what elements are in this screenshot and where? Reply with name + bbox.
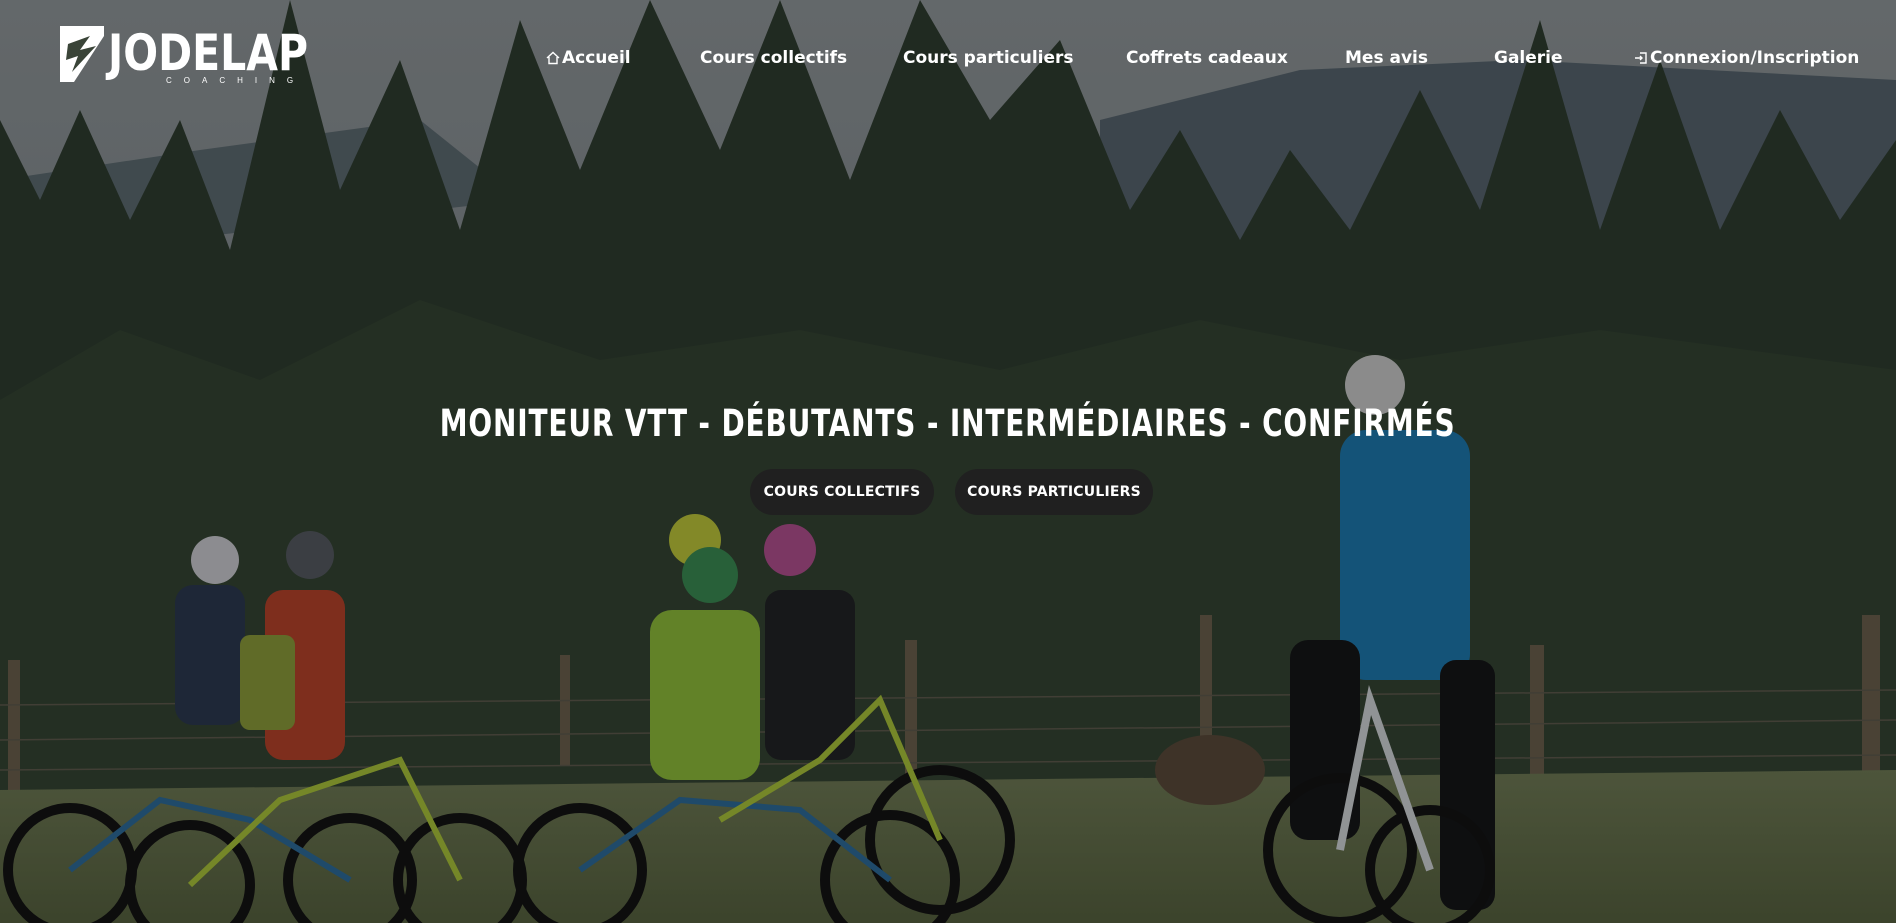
nav-item-label: Galerie [1494,48,1563,68]
nav-item-connexion[interactable]: Connexion/Inscription [1634,48,1859,68]
nav-item-label: Connexion/Inscription [1650,48,1860,68]
nav-item-coffrets-cadeaux[interactable]: Coffrets cadeaux [1126,48,1288,68]
nav-item-label: Cours collectifs [700,48,848,68]
hero-headline-wrap: MONITEUR VTT - DÉBUTANTS - INTERMÉDIAIRE… [0,402,1896,445]
home-icon [546,51,560,65]
nav-item-label: Cours particuliers [903,48,1074,68]
cours-particuliers-button[interactable]: COURS PARTICULIERS [955,469,1153,515]
nav-item-label: Coffrets cadeaux [1126,48,1288,68]
login-icon [1635,52,1647,64]
brand-name: JODELAP [108,24,309,82]
nav-item-accueil[interactable]: Accueil [546,48,631,68]
main-navbar: JODELAP COACHING Accueil Cours collectif… [0,0,1896,110]
nav-item-mes-avis[interactable]: Mes avis [1345,48,1428,68]
nav-item-cours-particuliers[interactable]: Cours particuliers [903,48,1074,68]
logo-mark-icon [60,26,104,82]
nav-item-label: Accueil [562,48,631,68]
nav-item-galerie[interactable]: Galerie [1494,48,1563,68]
nav-item-cours-collectifs[interactable]: Cours collectifs [700,48,847,68]
hero-section [0,0,1896,923]
hero-background-photo [0,0,1896,923]
hero-headline: MONITEUR VTT - DÉBUTANTS - INTERMÉDIAIRE… [440,402,1456,445]
hero-cta-group: COURS COLLECTIFS COURS PARTICULIERS [0,469,1896,517]
nav-item-label: Mes avis [1345,48,1428,68]
cours-collectifs-button[interactable]: COURS COLLECTIFS [750,469,934,515]
brand-logo[interactable]: JODELAP COACHING [60,26,352,85]
